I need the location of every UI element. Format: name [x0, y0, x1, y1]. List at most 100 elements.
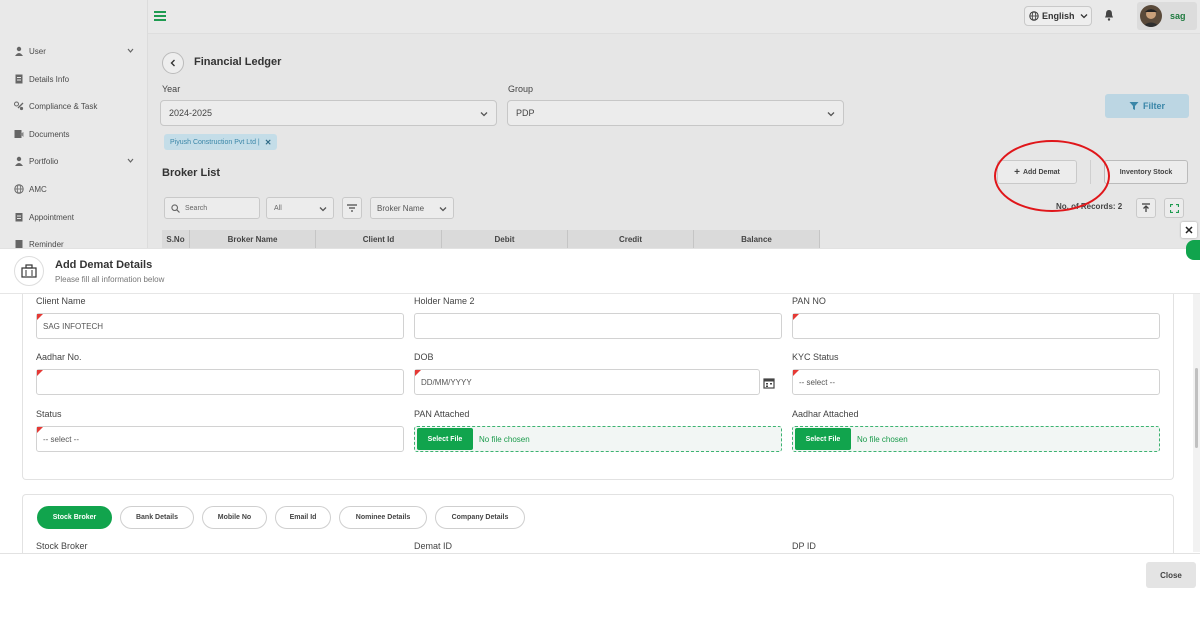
aadhar-no-field[interactable] [36, 369, 404, 395]
chevron-down-icon [1080, 14, 1087, 19]
sidebar-item-user[interactable]: User [14, 43, 138, 59]
account-details-card [22, 494, 1174, 554]
sidebar: User Details Info Compliance & Task Docu… [0, 0, 148, 249]
filter-chip[interactable]: Piyush Construction Pvt Ltd | ✕ [164, 134, 278, 150]
sidebar-item-documents[interactable]: Documents [14, 126, 138, 142]
stock-broker-label: Stock Broker [36, 541, 88, 551]
folder-icon [14, 130, 24, 138]
notification-bell-icon[interactable] [1104, 9, 1114, 21]
export-button[interactable] [1136, 198, 1156, 218]
pan-no-field[interactable] [792, 313, 1160, 339]
sort-button[interactable] [342, 197, 362, 219]
scrollbar-thumb[interactable] [1195, 368, 1198, 448]
modal-title: Add Demat Details [55, 259, 153, 271]
column-header[interactable]: S.No [162, 230, 190, 248]
chevron-down-icon [127, 158, 134, 163]
page-title: Financial Ledger [194, 56, 282, 68]
dob-label: DOB [414, 352, 434, 362]
calendar-icon [15, 213, 23, 222]
broker-list-title: Broker List [162, 167, 221, 179]
sidebar-item-details-info[interactable]: Details Info [14, 71, 138, 87]
briefcase-icon [14, 256, 44, 286]
select-file-button[interactable]: Select File [795, 428, 851, 450]
client-name-label: Client Name [36, 296, 86, 306]
table-header: S.No Broker Name Client Id Debit Credit … [162, 230, 820, 248]
back-button[interactable] [162, 52, 184, 74]
column-select[interactable]: Broker Name [370, 197, 454, 219]
kyc-status-select[interactable]: -- select -- [792, 369, 1160, 395]
modal-footer [0, 553, 1200, 596]
sidebar-item-label: User [29, 46, 46, 56]
chevron-down-icon [827, 112, 835, 117]
aadhar-file-input[interactable]: Select File No file chosen [792, 426, 1160, 452]
fullscreen-button[interactable] [1164, 198, 1184, 218]
aadhar-attached-label: Aadhar Attached [792, 409, 859, 419]
user-name: sag [1170, 11, 1186, 21]
dob-field[interactable]: DD/MM/YYYY [414, 369, 760, 395]
user-menu[interactable]: sag [1137, 2, 1197, 30]
file-status: No file chosen [479, 434, 530, 444]
filter-button[interactable]: Filter [1105, 94, 1189, 118]
language-label: English [1042, 11, 1075, 21]
sidebar-item-label: AMC [29, 184, 47, 194]
tab-nominee-details[interactable]: Nominee Details [339, 506, 427, 529]
group-label: Group [508, 84, 534, 94]
tab-bank-details[interactable]: Bank Details [120, 506, 194, 529]
sidebar-item-label: Appointment [29, 212, 74, 222]
status-select[interactable]: -- select -- [36, 426, 404, 452]
group-select[interactable]: PDP [507, 100, 844, 126]
sidebar-item-amc[interactable]: AMC [14, 181, 138, 197]
tab-email-id[interactable]: Email Id [275, 506, 331, 529]
language-select[interactable]: English [1024, 6, 1092, 26]
column-header[interactable]: Broker Name [190, 230, 316, 248]
filter-icon [1129, 102, 1139, 110]
pan-attached-label: PAN Attached [414, 409, 470, 419]
search-input[interactable]: Search [164, 197, 260, 219]
tasks-icon [14, 101, 24, 111]
aadhar-no-label: Aadhar No. [36, 352, 82, 362]
tab-stock-broker[interactable]: Stock Broker [37, 506, 112, 529]
user-icon [15, 156, 23, 166]
sidebar-item-label: Portfolio [29, 156, 59, 166]
dp-id-label: DP ID [792, 541, 816, 551]
year-select[interactable]: 2024-2025 [160, 100, 497, 126]
close-button[interactable]: Close [1146, 562, 1196, 588]
sidebar-item-portfolio[interactable]: Portfolio [14, 153, 138, 169]
page-bottom [0, 596, 1200, 630]
globe-icon [14, 184, 24, 194]
hamburger-menu-icon[interactable] [154, 10, 166, 22]
inventory-stock-button[interactable]: Inventory Stock [1104, 160, 1188, 184]
column-header[interactable]: Credit [568, 230, 694, 248]
tab-mobile-no[interactable]: Mobile No [202, 506, 267, 529]
search-placeholder: Search [185, 204, 208, 212]
holder-name-2-field[interactable] [414, 313, 782, 339]
tab-company-details[interactable]: Company Details [435, 506, 525, 529]
chevron-down-icon [319, 207, 327, 212]
chevron-left-icon [170, 59, 175, 67]
all-label: All [274, 204, 282, 212]
column-header[interactable]: Client Id [316, 230, 442, 248]
chevron-down-icon [127, 48, 134, 53]
status-value: -- select -- [43, 434, 79, 444]
holder-name-2-label: Holder Name 2 [414, 296, 475, 306]
column-header[interactable]: Balance [694, 230, 820, 248]
filter-label: Filter [1142, 101, 1165, 111]
modal-close-icon[interactable]: ✕ [1181, 222, 1197, 238]
filter-lines-icon [347, 204, 357, 212]
all-select[interactable]: All [266, 197, 334, 219]
sidebar-item-label: Details Info [29, 74, 70, 84]
client-name-field[interactable]: SAG INFOTECH [36, 313, 404, 339]
kyc-status-label: KYC Status [792, 352, 839, 362]
settings-tab[interactable] [1186, 240, 1200, 260]
column-header[interactable]: Debit [442, 230, 568, 248]
select-file-button[interactable]: Select File [417, 428, 473, 450]
calendar-icon[interactable] [763, 377, 775, 389]
search-icon [171, 203, 180, 213]
close-icon[interactable]: ✕ [265, 138, 272, 147]
modal-subtitle: Please fill all information below [55, 275, 165, 284]
sidebar-item-label: Compliance & Task [29, 101, 98, 111]
pan-file-input[interactable]: Select File No file chosen [414, 426, 782, 452]
sidebar-item-appointment[interactable]: Appointment [14, 209, 138, 225]
chevron-down-icon [439, 207, 447, 212]
sidebar-item-compliance[interactable]: Compliance & Task [14, 98, 138, 114]
